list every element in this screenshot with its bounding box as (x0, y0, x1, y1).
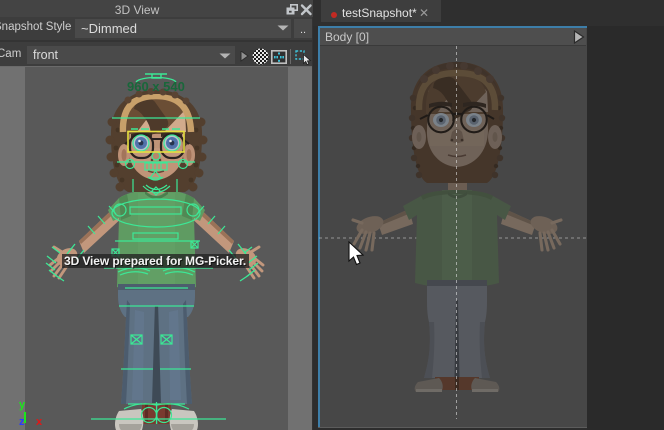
svg-text:960 x 540: 960 x 540 (127, 79, 185, 94)
